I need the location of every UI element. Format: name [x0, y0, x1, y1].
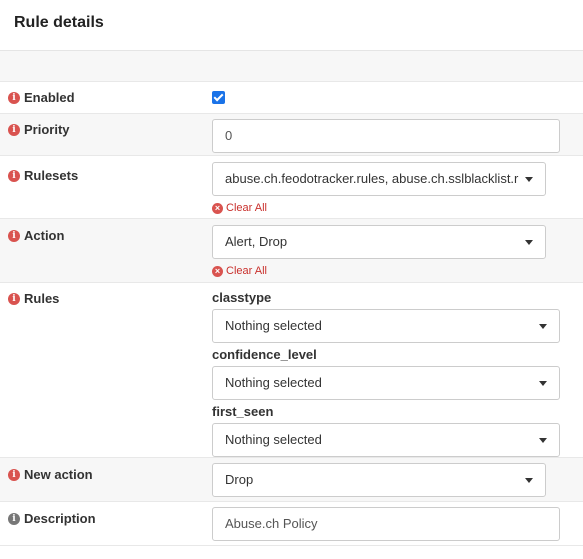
priority-label: Priority	[24, 122, 70, 137]
spacer-row	[0, 51, 583, 82]
row-action: i Action Alert, Drop × Clear All	[0, 219, 583, 283]
new-action-select[interactable]: Drop	[212, 463, 546, 497]
row-rules: i Rules classtype Nothing selected confi…	[0, 283, 583, 458]
row-description: i Description Abuse.ch Policy	[0, 502, 583, 546]
info-icon[interactable]: i	[8, 169, 20, 182]
row-enabled: i Enabled	[0, 82, 583, 114]
rules-control: classtype Nothing selected confidence_le…	[212, 290, 560, 457]
chevron-down-icon	[539, 324, 547, 329]
action-clear-all-label: Clear All	[226, 265, 267, 277]
rulesets-select-value: abuse.ch.feodotracker.rules, abuse.ch.ss…	[225, 171, 519, 186]
classtype-select-value: Nothing selected	[225, 318, 322, 333]
rules-label-group: i Rules	[8, 291, 59, 306]
enabled-control	[212, 91, 225, 104]
confidence-level-select-value: Nothing selected	[225, 375, 322, 390]
rulesets-clear-all[interactable]: × Clear All	[212, 202, 546, 214]
row-rulesets: i Rulesets abuse.ch.feodotracker.rules, …	[0, 156, 583, 219]
action-control: Alert, Drop × Clear All	[212, 225, 546, 277]
priority-control: 0	[212, 119, 560, 153]
panel-header: Rule details	[0, 0, 583, 51]
confidence-level-select[interactable]: Nothing selected	[212, 366, 560, 400]
rulesets-label: Rulesets	[24, 168, 79, 183]
rules-label: Rules	[24, 291, 60, 306]
info-icon[interactable]: i	[8, 91, 20, 104]
new-action-label-group: i New action	[8, 467, 93, 482]
info-icon[interactable]: i	[8, 292, 20, 305]
rulesets-label-group: i Rulesets	[8, 168, 78, 183]
page-title: Rule details	[14, 14, 104, 31]
info-icon[interactable]: i	[8, 512, 20, 525]
action-select[interactable]: Alert, Drop	[212, 225, 546, 259]
description-control: Abuse.ch Policy	[212, 507, 560, 541]
enabled-checkbox[interactable]	[212, 91, 225, 104]
chevron-down-icon	[525, 240, 533, 245]
action-label: Action	[24, 228, 65, 243]
rulesets-select[interactable]: abuse.ch.feodotracker.rules, abuse.ch.ss…	[212, 162, 546, 196]
new-action-control: Drop	[212, 463, 546, 497]
first-seen-select[interactable]: Nothing selected	[212, 423, 560, 457]
chevron-down-icon	[539, 438, 547, 443]
info-icon[interactable]: i	[8, 229, 20, 242]
action-label-group: i Action	[8, 228, 64, 243]
new-action-label: New action	[24, 467, 93, 482]
rule-details-panel: Rule details i Enabled i Priority 0 i Ru…	[0, 0, 583, 559]
description-input[interactable]: Abuse.ch Policy	[212, 507, 560, 541]
classtype-label: classtype	[212, 290, 272, 305]
enabled-label: Enabled	[24, 90, 75, 105]
row-priority: i Priority 0	[0, 114, 583, 156]
description-label-group: i Description	[8, 511, 96, 526]
priority-label-group: i Priority	[8, 122, 70, 137]
first-seen-select-value: Nothing selected	[225, 432, 322, 447]
chevron-down-icon	[525, 177, 533, 182]
chevron-down-icon	[525, 478, 533, 483]
confidence-level-label: confidence_level	[212, 347, 317, 362]
action-select-value: Alert, Drop	[225, 234, 288, 249]
chevron-down-icon	[539, 381, 547, 386]
info-icon[interactable]: i	[8, 468, 20, 481]
close-circle-icon: ×	[212, 265, 223, 277]
first-seen-label: first_seen	[212, 404, 274, 419]
row-new-action: i New action Drop	[0, 458, 583, 502]
info-icon[interactable]: i	[8, 123, 20, 136]
new-action-select-value: Drop	[225, 472, 254, 487]
rulesets-clear-all-label: Clear All	[226, 202, 267, 214]
classtype-select[interactable]: Nothing selected	[212, 309, 560, 343]
close-circle-icon: ×	[212, 202, 223, 214]
rulesets-control: abuse.ch.feodotracker.rules, abuse.ch.ss…	[212, 162, 546, 214]
priority-input[interactable]: 0	[212, 119, 560, 153]
action-clear-all[interactable]: × Clear All	[212, 265, 546, 277]
description-label: Description	[24, 511, 96, 526]
enabled-label-group: i Enabled	[8, 90, 75, 105]
